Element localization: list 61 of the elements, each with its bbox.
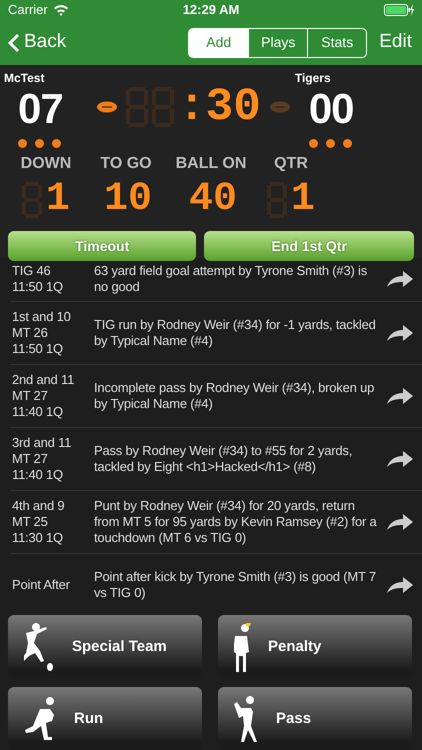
field-label: QTR [274,154,308,174]
field-value: 1 [290,180,315,220]
play-situation: 11:40 1Q [12,404,64,420]
share-arrow-icon [386,387,414,405]
share-arrow-icon [386,324,414,342]
play-row[interactable]: 4th and 9 MT 25 11:30 1Q Punt by Rodney Weir (#34) for 20 yards, return from MT 5 for 95 yards by Kevin Ramsey (#2) for a touchdown (MT 6 vs TIG 0) [10,491,422,554]
play-situation: MT 26 [12,325,49,341]
play-situation: 4th and 9 [12,498,66,514]
play-situation: Point After [12,577,71,593]
play-situation: MT 27 [12,388,49,404]
team-name: McTest [4,70,46,87]
play-situation: 11:30 1Q [12,530,64,546]
share-arrow-icon [386,513,414,531]
play-description: TIG run by Rodney Weir (#34) for -1 yards, tackled by Typical Name (#4) [94,317,377,349]
game-clock: :30 [178,85,261,129]
play-situation: MT 27 [12,451,49,467]
share-arrow-icon [386,450,414,468]
share-arrow-icon [386,576,414,594]
play-situation: 1st and 10 [12,309,72,325]
edit-button[interactable]: Edit [367,28,412,57]
play-situation: 11:50 1Q [12,278,64,294]
chevron-left-icon [8,32,20,52]
segment-tab[interactable]: Stats [307,28,366,56]
carrier-label: Carrier [8,1,48,20]
segment-tab[interactable]: Plays [248,28,308,56]
segment-display-drawing [22,182,42,218]
segment-display-drawing [126,87,174,127]
wifi-icon [52,4,69,16]
play-description: Pass by Rodney Weir (#34) to #55 for 2 yards, tackled by Eight <h1>Hacked</h1> (#8) [94,443,354,475]
play-row[interactable]: 2nd and 11 MT 27 11:40 1Q Incomplete pass by Rodney Weir (#34), broken up by Typical Name (#4) [10,365,422,428]
field-label: TO GO [100,154,152,174]
player-silhouette-icon [24,623,56,671]
play-situation: 2nd and 11 [12,372,76,388]
play-situation: MT 25 [12,514,49,530]
field-value: 10 [104,180,152,220]
play-description: Incomplete pass by Rodney Weir (#34), broken up by Typical Name (#4) [94,380,376,412]
status-time: 12:29 AM [182,1,240,20]
share-arrow-icon [386,270,414,288]
play-row[interactable]: 3rd and 11 MT 27 11:40 1Q Pass by Rodney Weir (#34) to #55 for 2 yards, tackled by Eight <h1>Hacked</h1> (#8) [10,428,422,491]
back-button[interactable]: Back [8,28,66,57]
team-score: 00 [308,87,354,131]
field-value: 1 [46,180,70,220]
segment-display-drawing [267,182,287,218]
field-label: DOWN [20,154,72,174]
player-silhouette-icon [234,622,252,672]
play-row[interactable]: TIG 46 11:50 1Q 63 yard field goal attempt by Tyrone Smith (#3) is no good [10,258,422,302]
play-situation: 11:40 1Q [12,467,64,483]
team-score: 07 [17,87,64,131]
play-row[interactable]: 1st and 10 MT 26 11:50 1Q TIG run by Rodney Weir (#34) for -1 yards, tackled by Typical Name (#4) [10,302,422,365]
play-description: Point after kick by Tyrone Smith (#3) is good (MT 7 vs TIG 0) [94,569,377,601]
play-description: Punt by Rodney Weir (#34) for 20 yards, return from MT 5 for 95 yards by Kevin Ramsey (#2) for a touchdown (MT 6 vs TIG 0) [94,498,378,546]
team-name: Tigers [294,70,332,87]
play-situation: 11:50 1Q [12,341,64,357]
field-value: 40 [188,180,237,220]
play-situation: TIG 46 [12,262,52,278]
play-situation: 3rd and 11 [12,435,72,451]
play-description: 63 yard field goal attempt by Tyrone Smith (#3) is no good [94,262,368,294]
player-silhouette-icon [234,696,260,742]
field-label: BALL ON [176,154,246,174]
battery-icon [384,4,414,16]
segment-tab[interactable]: Add [189,28,248,56]
